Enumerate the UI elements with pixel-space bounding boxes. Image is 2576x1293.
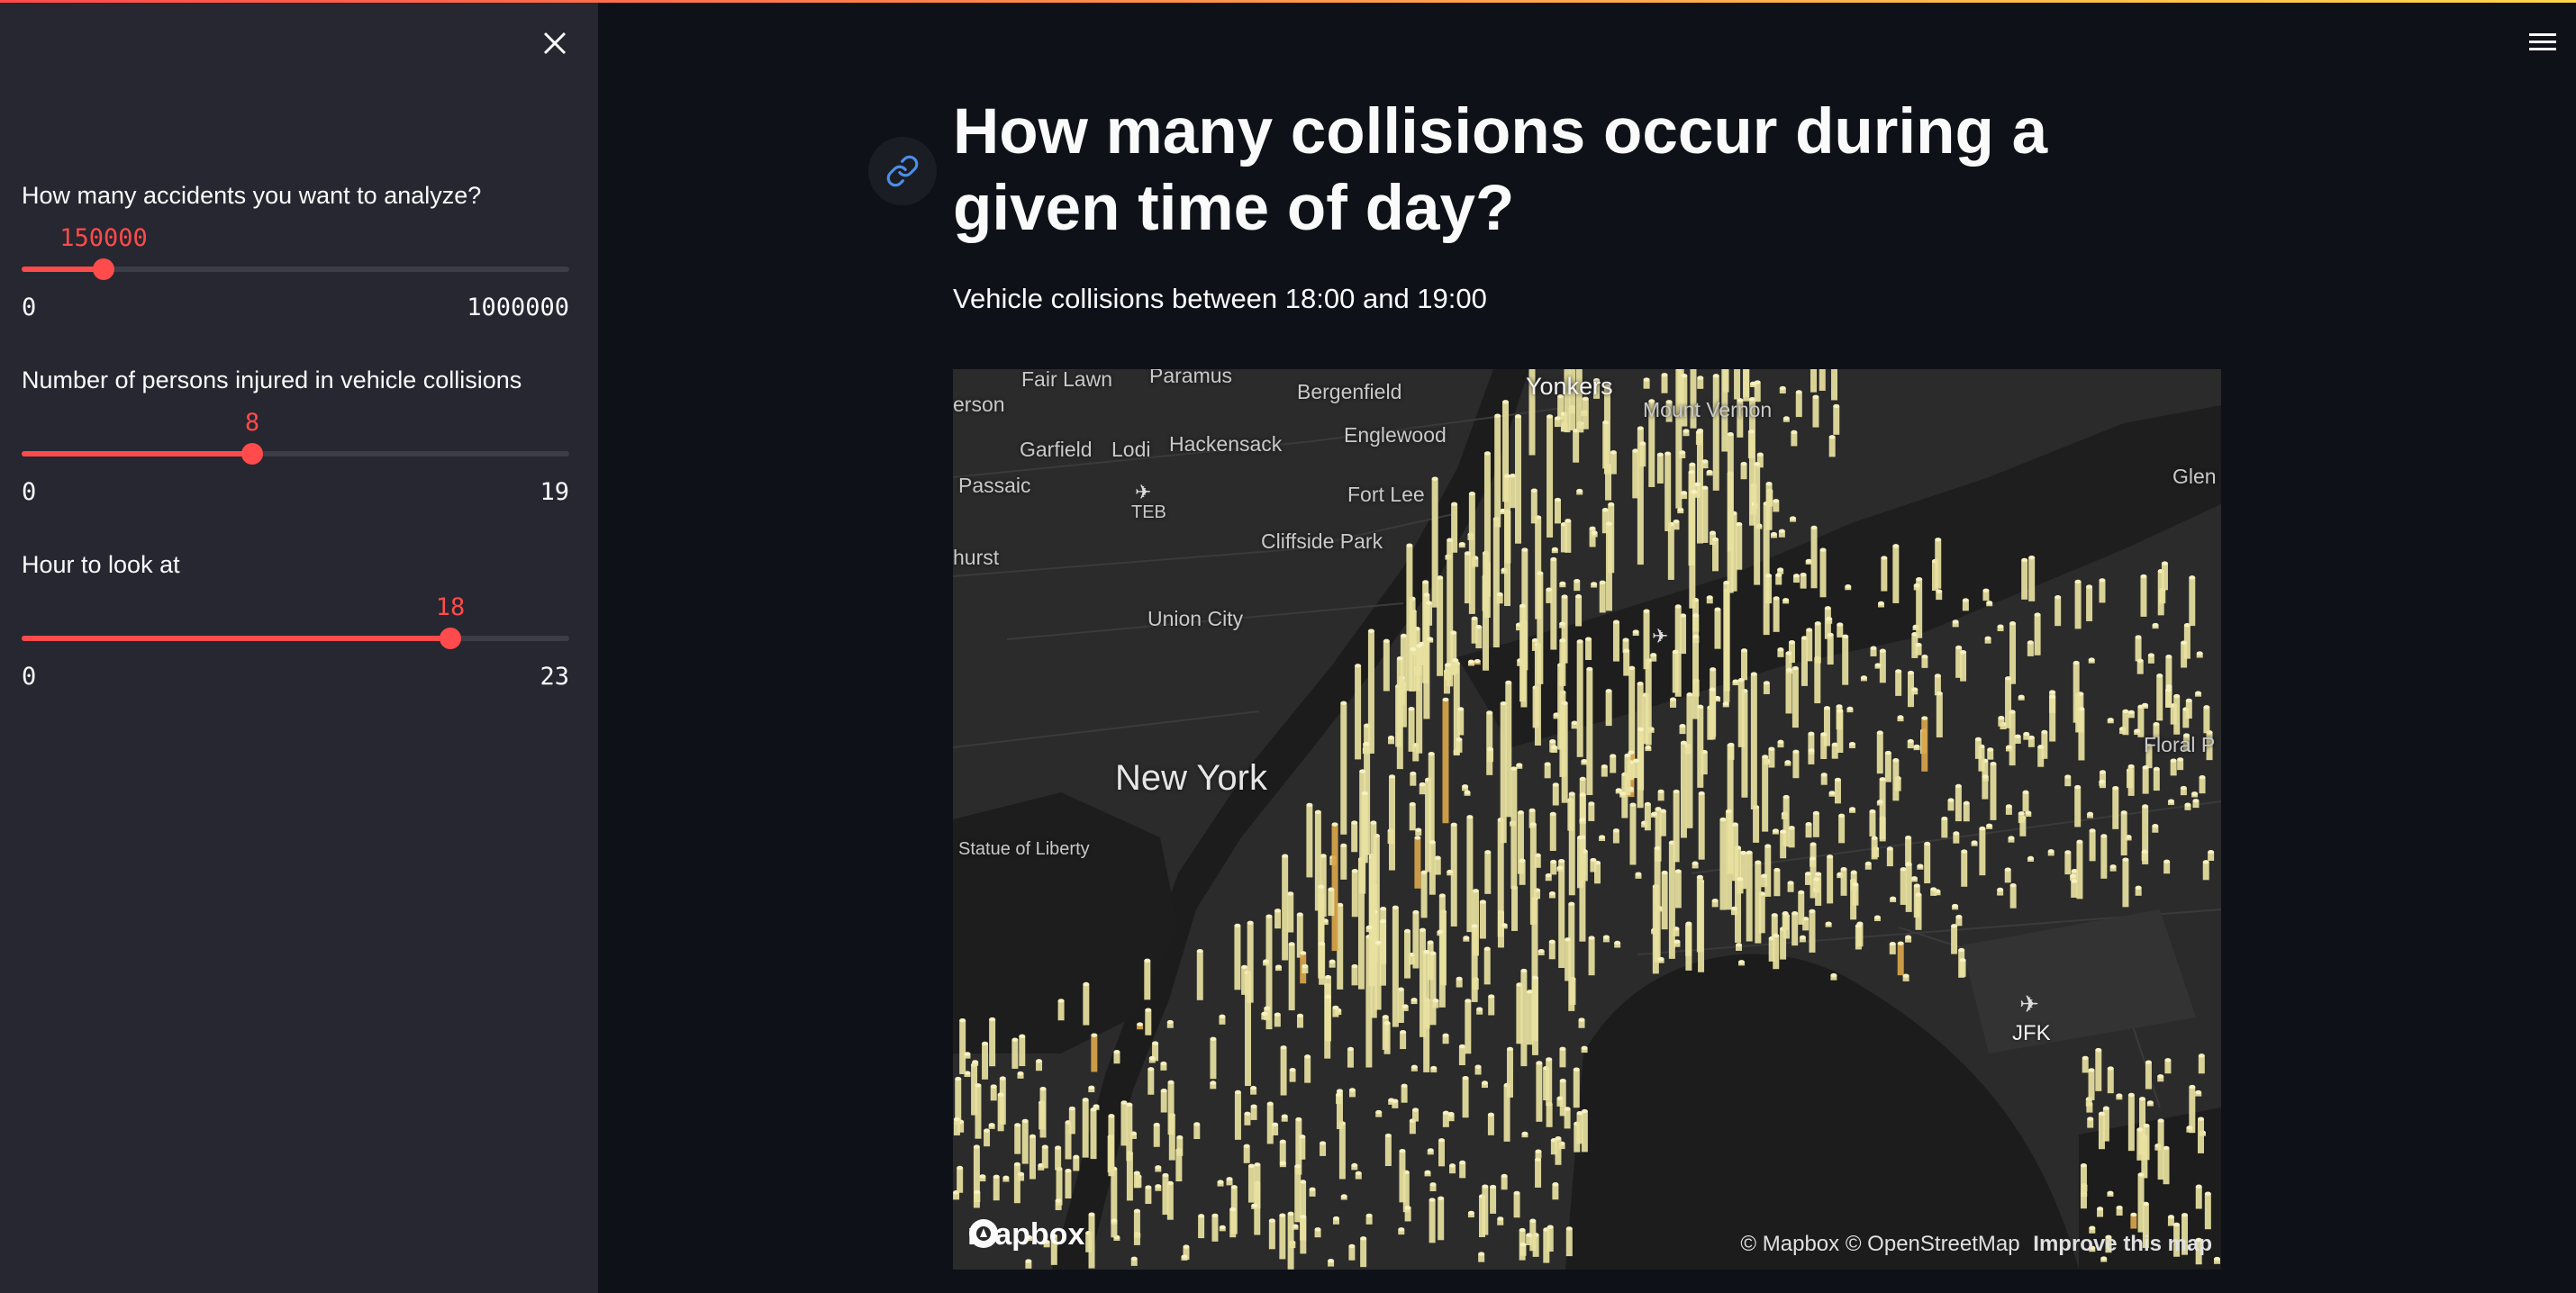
mapbox-logo[interactable]: mapbox	[967, 1217, 1084, 1252]
airport-icon: ✈	[1135, 481, 1152, 503]
map-label: Floral P	[2144, 733, 2216, 756]
slider-fill	[22, 636, 450, 641]
slider-max: 23	[540, 663, 569, 691]
main-menu-button[interactable]	[2527, 29, 2558, 56]
page-subtitle: Vehicle collisions between 18:00 and 19:…	[953, 283, 1487, 314]
heading-anchor-link[interactable]	[868, 137, 937, 205]
map-label: Hackensack	[1169, 432, 1283, 456]
map-label: Paramus	[1149, 369, 1233, 387]
slider-track[interactable]	[22, 258, 569, 280]
slider-track[interactable]	[22, 443, 569, 465]
map-label: Lodi	[1111, 438, 1151, 461]
map-label: Passaic	[958, 474, 1031, 497]
map-label: Yonkers	[1526, 373, 1613, 400]
map-label: Glen	[2172, 465, 2217, 488]
top-decoration-bar	[0, 0, 2576, 3]
mapbox-logo-icon	[969, 1219, 998, 1248]
hamburger-menu-icon	[2529, 33, 2556, 50]
map-label: New York	[1115, 758, 1267, 798]
slider-max: 1000000	[467, 294, 569, 321]
map-label: Mount Vernon	[1643, 398, 1773, 421]
map-label: Statue of Liberty	[958, 839, 1090, 859]
map-label: Union City	[1147, 607, 1244, 630]
attribution-text[interactable]: © Mapbox © OpenStreetMap	[1740, 1232, 2019, 1256]
map-label: JFK	[2012, 1021, 2051, 1045]
slider-min: 0	[22, 663, 37, 691]
slider-label: Hour to look at	[22, 551, 180, 578]
slider-label: How many accidents you want to analyze?	[22, 182, 482, 209]
map-label: Fort Lee	[1347, 483, 1425, 506]
map-attribution: © Mapbox © OpenStreetMap Improve this ma…	[1740, 1232, 2212, 1257]
slider-thumb[interactable]	[93, 258, 114, 280]
map-label: TEB	[1131, 502, 1166, 522]
accidents-slider: How many accidents you want to analyze? …	[22, 182, 569, 321]
map-label: Englewood	[1344, 423, 1447, 447]
slider-value: 18	[435, 593, 466, 621]
page-title: How many collisions occur during a given…	[953, 96, 2048, 244]
close-sidebar-button[interactable]	[537, 25, 573, 61]
slider-fill	[22, 451, 252, 457]
map-label: Cliffside Park	[1261, 529, 1383, 553]
injured-persons-slider: Number of persons injured in vehicle col…	[22, 366, 569, 506]
airport-icon: ✈	[2019, 990, 2039, 1017]
link-icon	[886, 155, 919, 187]
sidebar: How many accidents you want to analyze? …	[0, 0, 598, 1293]
slider-max: 19	[540, 478, 569, 506]
slider-fill	[22, 267, 104, 272]
map-label: Fair Lawn	[1021, 369, 1112, 391]
slider-label: Number of persons injured in vehicle col…	[22, 366, 522, 393]
slider-track[interactable]	[22, 628, 569, 649]
slider-value: 150000	[59, 224, 148, 252]
slider-thumb[interactable]	[440, 628, 461, 649]
collision-map[interactable]: erson Fair Lawn Paramus Bergenfield Yonk…	[953, 369, 2221, 1270]
hour-slider: Hour to look at 18 0 23	[22, 551, 569, 691]
map-label: erson	[953, 393, 1005, 416]
slider-thumb[interactable]	[241, 443, 263, 465]
map-label: hurst	[953, 546, 1000, 569]
map-label: Garfield	[1020, 438, 1093, 461]
slider-min: 0	[22, 478, 37, 506]
slider-value: 8	[244, 409, 260, 437]
map-label: Bergenfield	[1297, 380, 1402, 403]
improve-map-link[interactable]: Improve this map	[2033, 1232, 2212, 1256]
close-icon	[543, 32, 567, 55]
airport-icon: ✈	[1652, 625, 1669, 647]
slider-min: 0	[22, 294, 37, 321]
